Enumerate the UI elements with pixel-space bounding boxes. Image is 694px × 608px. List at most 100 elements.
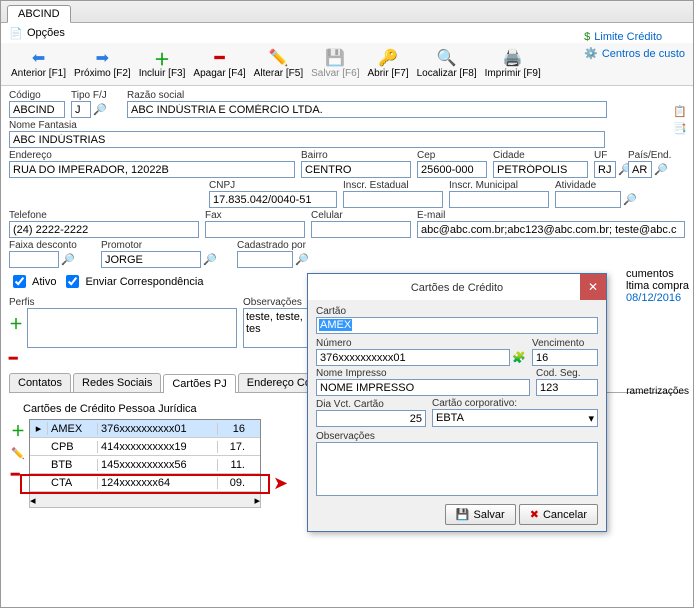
arrow-left-icon: ⬅ — [30, 49, 48, 67]
ie-input[interactable] — [343, 191, 443, 208]
corp-select[interactable]: EBTA▾ — [432, 409, 598, 427]
cancel-x-icon: ✖ — [530, 508, 539, 521]
celular-label: Celular — [311, 210, 411, 221]
endereco-label: Endereço — [9, 150, 295, 161]
window-tabs: ABCIND — [1, 1, 693, 23]
add-button[interactable]: ＋Incluir [F3] — [135, 47, 190, 81]
pencil-icon: ✏️ — [269, 49, 287, 67]
card-search-icon[interactable]: 🧩 — [512, 351, 526, 364]
prev-button[interactable]: ⬅Anterior [F1] — [7, 47, 70, 81]
faixa-input[interactable] — [9, 251, 59, 268]
modal-save-button[interactable]: 💾Salvar — [445, 504, 516, 525]
tab-contatos[interactable]: Contatos — [9, 373, 71, 392]
modal-obs-label: Observações — [316, 431, 598, 442]
edit-button[interactable]: ✏️Alterar [F5] — [250, 47, 307, 81]
tipo-label: Tipo F/J — [71, 90, 121, 101]
grid-add-icon[interactable]: ＋ — [11, 421, 25, 441]
ultima-compra-value[interactable]: 08/12/2016 — [626, 292, 689, 304]
celular-input[interactable] — [311, 221, 411, 238]
perfil-del-icon[interactable]: ━ — [9, 350, 23, 367]
centros-custo-label: Centros de custo — [602, 48, 685, 60]
cep-label: Cep — [417, 150, 487, 161]
ativo-checkbox[interactable]: Ativo — [9, 272, 56, 291]
cnpj-input[interactable] — [209, 191, 337, 208]
delete-button[interactable]: ━Apagar [F4] — [189, 47, 249, 81]
promotor-input[interactable] — [101, 251, 201, 268]
cep-input[interactable] — [417, 161, 487, 178]
grid-del-icon[interactable]: ━ — [11, 466, 25, 483]
cards-grid[interactable]: ▸AMEX376xxxxxxxxxx0116 CPB414xxxxxxxxxx1… — [29, 419, 261, 493]
promotor-label: Promotor — [101, 240, 231, 251]
cnpj-label: CNPJ — [209, 180, 337, 191]
nomeimp-input[interactable] — [316, 379, 530, 396]
pais-input[interactable] — [628, 161, 652, 178]
plus-icon: ＋ — [153, 49, 171, 67]
atividade-input[interactable] — [555, 191, 621, 208]
fax-label: Fax — [205, 210, 305, 221]
open-button[interactable]: 🔑Abrir [F7] — [364, 47, 413, 81]
grid-scrollbar[interactable]: ◂▸ — [29, 493, 261, 508]
atividade-label: Atividade — [555, 180, 645, 191]
perfil-add-icon[interactable]: ＋ — [9, 314, 23, 334]
fantasia-input[interactable] — [9, 131, 605, 148]
bairro-label: Bairro — [301, 150, 411, 161]
cadastrado-input[interactable] — [237, 251, 293, 268]
telefone-label: Telefone — [9, 210, 199, 221]
numero-input[interactable] — [316, 349, 510, 366]
fantasia-label: Nome Fantasia — [9, 120, 605, 131]
tipo-input[interactable] — [71, 101, 91, 118]
menu-options[interactable]: Opções — [27, 27, 65, 39]
cartao-input[interactable]: AMEX — [316, 317, 598, 334]
razao-input[interactable] — [127, 101, 607, 118]
diavct-label: Dia Vct. Cartão — [316, 399, 426, 410]
enviar-checkbox[interactable]: Enviar Correspondência — [62, 272, 203, 291]
telefone-input[interactable] — [9, 221, 199, 238]
modal-cancel-button[interactable]: ✖Cancelar — [519, 504, 598, 525]
cidade-input[interactable] — [493, 161, 588, 178]
endereco-input[interactable] — [9, 161, 295, 178]
table-row: CTA124xxxxxxx6409. — [30, 474, 260, 492]
venc-input[interactable] — [532, 349, 598, 366]
next-button[interactable]: ➡Próximo [F2] — [70, 47, 135, 81]
bairro-input[interactable] — [301, 161, 411, 178]
cartao-label: Cartão — [316, 306, 598, 317]
close-icon[interactable]: ✕ — [580, 274, 606, 300]
centros-custo-link[interactable]: ⚙️Centros de custo — [584, 47, 685, 60]
perfis-label: Perfis — [9, 297, 237, 308]
table-row: BTB145xxxxxxxxxx5611. — [30, 456, 260, 474]
print-button[interactable]: 🖨️Imprimir [F9] — [481, 47, 545, 81]
venc-label: Vencimento — [532, 338, 598, 349]
printer-icon: 🖨️ — [504, 49, 522, 67]
im-input[interactable] — [449, 191, 549, 208]
search-mini-icon[interactable]: 🔎 — [93, 103, 107, 116]
perfis-list[interactable] — [27, 308, 237, 348]
diavct-input[interactable] — [316, 410, 426, 427]
numero-label: Número — [316, 338, 526, 349]
table-row: ▸AMEX376xxxxxxxxxx0116 — [30, 420, 260, 438]
key-icon: 🔑 — [379, 49, 397, 67]
cad-search-icon[interactable]: 🔎 — [295, 253, 309, 266]
tab-redes[interactable]: Redes Sociais — [73, 373, 161, 392]
tab-abcind[interactable]: ABCIND — [7, 5, 71, 23]
email-label: E-mail — [417, 210, 685, 221]
email-input[interactable] — [417, 221, 685, 238]
limite-credito-link[interactable]: $Limite Crédito — [584, 31, 662, 43]
ativo-label: Ativo — [32, 276, 56, 288]
pais-search-icon[interactable]: 🔎 — [654, 163, 668, 176]
modal-obs-input[interactable] — [316, 442, 598, 496]
tab-cartoes-pj[interactable]: Cartões PJ — [163, 374, 235, 393]
grid-edit-icon[interactable]: ✏️ — [11, 447, 25, 460]
promotor-search-icon[interactable]: 🔎 — [203, 253, 217, 266]
ativ-search-icon[interactable]: 🔎 — [623, 193, 637, 206]
codseg-input[interactable] — [536, 379, 598, 396]
fax-input[interactable] — [205, 221, 305, 238]
options-icon: 📄 — [9, 26, 23, 40]
find-button[interactable]: 🔍Localizar [F8] — [413, 47, 481, 81]
arrow-right-icon: ➡ — [93, 49, 111, 67]
codseg-label: Cod. Seg. — [536, 368, 598, 379]
uf-input[interactable] — [594, 161, 616, 178]
credit-card-modal: Cartões de Crédito ✕ Cartão AMEX Número … — [307, 273, 607, 532]
faixa-search-icon[interactable]: 🔎 — [61, 253, 75, 266]
floppy-icon: 💾 — [456, 508, 470, 521]
codigo-input[interactable] — [9, 101, 65, 118]
